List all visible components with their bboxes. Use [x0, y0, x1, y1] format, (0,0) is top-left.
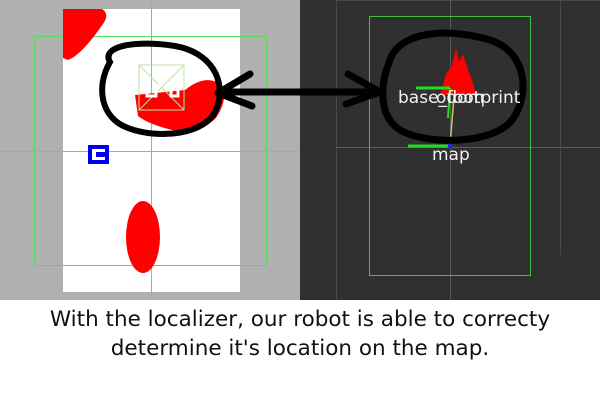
annotation-arrow — [214, 70, 384, 110]
caption-line: determine it's location on the map. — [110, 336, 490, 361]
caption-line: With the localizer, our robot is able to… — [49, 307, 551, 332]
caption: With the localizer, our robot is able to… — [0, 305, 600, 363]
